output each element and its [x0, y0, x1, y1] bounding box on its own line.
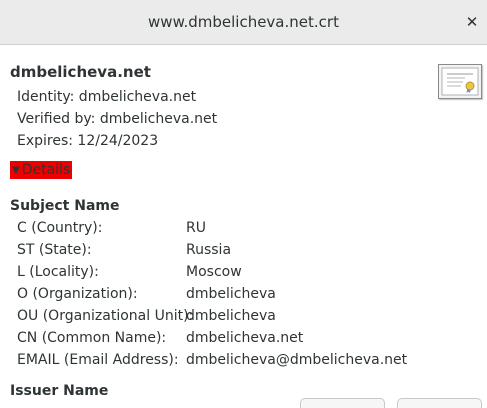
details-label: Details [21, 162, 71, 178]
field-row-country: C (Country): RU [17, 220, 487, 240]
field-row-state: ST (State): Russia [17, 242, 487, 262]
title-bar: www.dmbelicheva.net.crt ✕ [0, 0, 487, 45]
field-label: C (Country): [17, 220, 103, 236]
details-expander[interactable]: ▼ Details [10, 161, 73, 179]
field-label: O (Organization): [17, 286, 138, 302]
field-value: dmbelicheva.net [186, 330, 304, 346]
close-icon: ✕ [465, 13, 479, 31]
verified-by-text: Verified by: dmbelicheva.net [17, 111, 218, 127]
field-row-common-name: CN (Common Name): dmbelicheva.net [17, 330, 487, 350]
field-value: Moscow [186, 264, 242, 280]
field-row-locality: L (Locality): Moscow [17, 264, 487, 284]
field-label: L (Locality): [17, 264, 99, 280]
certificate-viewer: dmbelicheva.net Identity: dmbelicheva.ne… [0, 46, 487, 408]
field-label: EMAIL (Email Address): [17, 352, 179, 368]
issuer-name-heading: Issuer Name [10, 383, 109, 399]
field-row-email: EMAIL (Email Address): dmbelicheva@dmbel… [17, 352, 487, 372]
field-value: RU [186, 220, 206, 236]
field-value: dmbelicheva [186, 308, 276, 324]
field-row-organization: O (Organization): dmbelicheva [17, 286, 487, 306]
triangle-down-icon: ▼ [12, 165, 20, 176]
field-value: dmbelicheva [186, 286, 276, 302]
dialog-button-primary[interactable] [397, 398, 482, 408]
field-label: CN (Common Name): [17, 330, 167, 346]
expires-text: Expires: 12/24/2023 [17, 133, 159, 149]
field-row-organizational-unit: OU (Organizational Unit): dmbelicheva [17, 308, 487, 328]
field-label: ST (State): [17, 242, 92, 258]
field-value: Russia [186, 242, 232, 258]
identity-text: Identity: dmbelicheva.net [17, 89, 197, 105]
dialog-button-secondary[interactable] [300, 398, 385, 408]
field-value: dmbelicheva@dmbelicheva.net [186, 352, 408, 368]
window-title: www.dmbelicheva.net.crt [148, 13, 339, 31]
certificate-icon [438, 64, 482, 99]
close-button[interactable]: ✕ [463, 13, 481, 31]
certificate-name: dmbelicheva.net [10, 63, 151, 81]
field-label: OU (Organizational Unit): [17, 308, 194, 324]
subject-name-heading: Subject Name [10, 198, 120, 214]
